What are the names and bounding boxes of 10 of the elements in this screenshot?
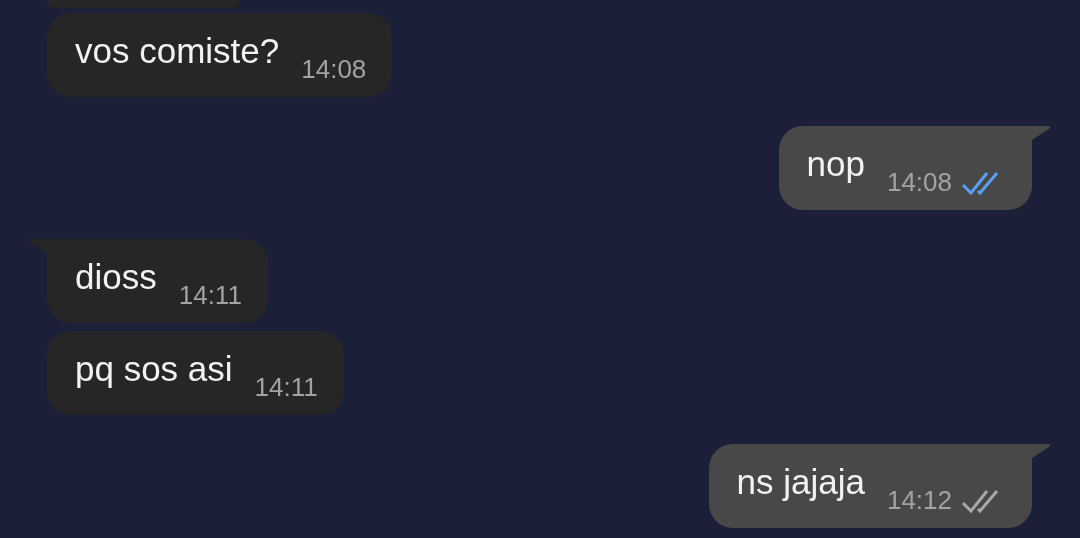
message-text: dioss: [75, 256, 157, 298]
message-text: nop: [806, 143, 865, 185]
message-time: 14:11: [178, 280, 242, 311]
message-time: 14:08: [301, 54, 367, 85]
message-time: 14:12: [886, 485, 952, 516]
message-text: pq sos asi: [75, 348, 233, 390]
message-time: 14:08: [886, 167, 952, 198]
message-text: vos comiste?: [75, 30, 280, 72]
message-time: 14:11: [254, 372, 318, 403]
message-text: ns jajaja: [736, 461, 865, 503]
